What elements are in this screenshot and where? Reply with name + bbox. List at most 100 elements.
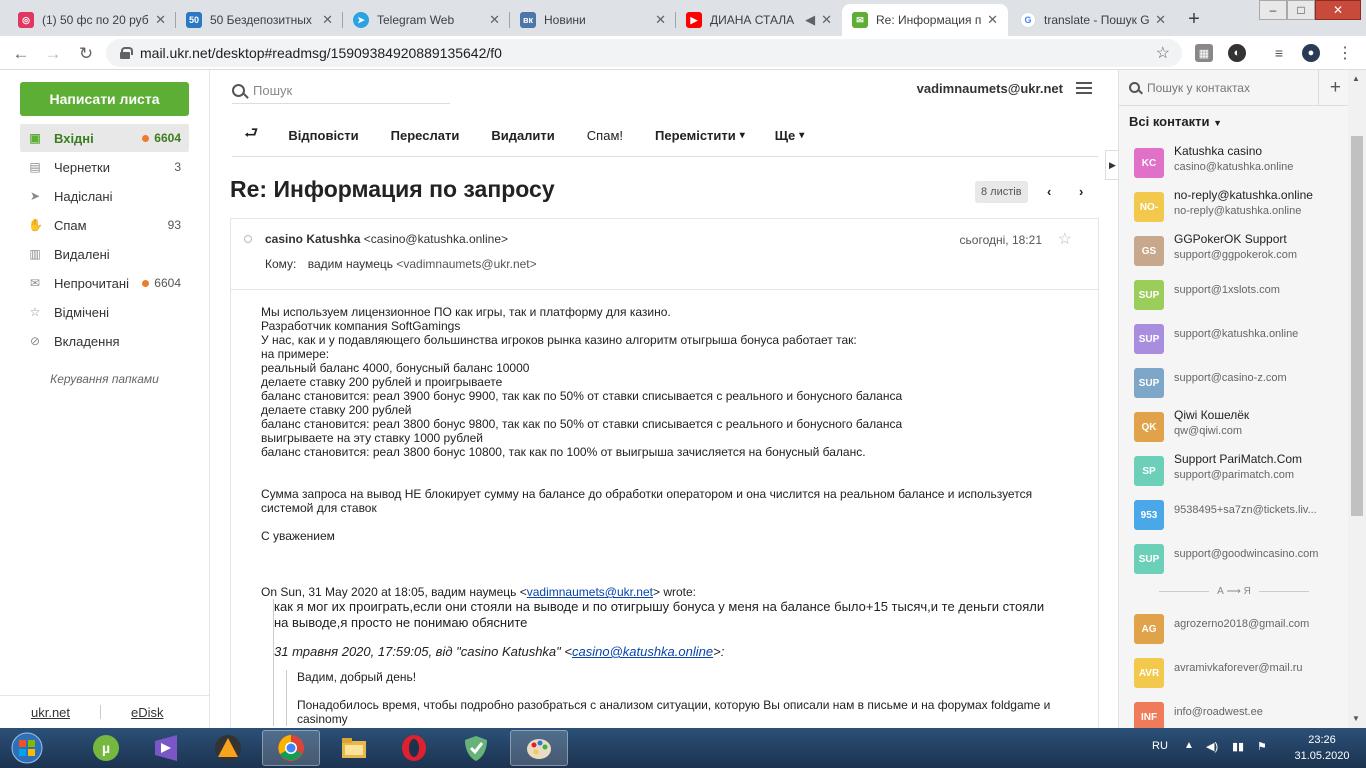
extension-icon[interactable]: ◐ xyxy=(1228,44,1246,62)
page-scrollbar[interactable]: ▲ ▼ xyxy=(1348,70,1366,728)
reload-icon[interactable]: ↻ xyxy=(75,43,97,65)
contact-item[interactable]: KC Katushka casino casino@katushka.onlin… xyxy=(1134,144,1344,182)
tab-title: Re: Информация п xyxy=(876,13,982,27)
bookmark-star-icon[interactable]: ☆ xyxy=(1156,43,1170,63)
prev-message-icon[interactable]: ‹ xyxy=(1047,184,1051,199)
back-arrow-icon[interactable]: ← xyxy=(10,43,32,65)
system-clock[interactable]: 23:26 31.05.2020 xyxy=(1284,732,1360,764)
show-hidden-icons-icon[interactable]: ▲ xyxy=(1184,740,1194,751)
lock-icon xyxy=(120,47,133,59)
language-indicator[interactable]: RU xyxy=(1152,740,1168,752)
email-link[interactable]: vadimnaumets@ukr.net xyxy=(527,585,653,599)
manage-folders-link[interactable]: Керування папками xyxy=(20,372,189,386)
spam-button[interactable]: Спам! xyxy=(587,128,623,143)
contact-item[interactable]: SUP support@1xslots.com xyxy=(1134,276,1344,314)
all-contacts-dropdown[interactable]: Всі контакти ▼ xyxy=(1129,114,1222,129)
delete-button[interactable]: Видалити xyxy=(491,128,554,143)
chrome-icon[interactable] xyxy=(262,730,320,766)
sent-icon: ➤ xyxy=(29,189,41,203)
contact-item[interactable]: INF info@roadwest.ee xyxy=(1134,698,1344,728)
file-explorer-icon[interactable] xyxy=(326,730,382,766)
tab-close-icon[interactable]: ✕ xyxy=(322,12,333,28)
network-icon[interactable]: ▮▮ xyxy=(1232,740,1244,753)
folder-drafts[interactable]: ▤ Чернетки 3 xyxy=(20,153,189,181)
contact-item[interactable]: SUP support@katushka.online xyxy=(1134,320,1344,358)
notification-flag-icon[interactable]: ⚑ xyxy=(1257,740,1267,753)
profile-avatar[interactable]: ● xyxy=(1302,44,1320,62)
next-message-icon[interactable]: › xyxy=(1079,184,1083,199)
adguard-icon[interactable] xyxy=(448,730,504,766)
read-status-icon[interactable] xyxy=(244,235,252,243)
browser-tab-active[interactable]: ✉ Re: Информация п ✕ xyxy=(842,4,1008,36)
folder-inbox[interactable]: ▣ Вхідні 6604 xyxy=(20,124,189,152)
minimize-button[interactable]: – xyxy=(1259,0,1287,20)
contact-item[interactable]: NO- no-reply@katushka.online no-reply@ka… xyxy=(1134,188,1344,226)
browser-tab[interactable]: 50 50 Бездепозитных ✕ xyxy=(176,4,343,36)
maximize-button[interactable]: □ xyxy=(1287,0,1315,20)
start-button[interactable] xyxy=(2,730,52,766)
browser-tab[interactable]: вк Новини ✕ xyxy=(510,4,676,36)
contact-item[interactable]: SUP support@casino-z.com xyxy=(1134,364,1344,402)
folder-attachments[interactable]: ⊘ Вкладення xyxy=(20,327,189,355)
contact-item[interactable]: SUP support@goodwincasino.com xyxy=(1134,540,1344,578)
browser-tab[interactable]: ▶ ДИАНА СТАЛА ◀ ✕ xyxy=(676,4,842,36)
address-bar[interactable]: mail.ukr.net/desktop#readmsg/15909384920… xyxy=(106,39,1182,67)
scrollbar-thumb[interactable] xyxy=(1351,136,1363,516)
avast-icon[interactable] xyxy=(200,730,256,766)
tab-close-icon[interactable]: ✕ xyxy=(655,12,666,28)
tab-close-icon[interactable]: ✕ xyxy=(821,12,832,28)
email-link[interactable]: casino@katushka.online xyxy=(572,644,713,659)
contact-item[interactable]: AG agrozerno2018@gmail.com xyxy=(1134,610,1344,648)
contact-item[interactable]: QK Qiwi Кошелёк qw@qiwi.com xyxy=(1134,408,1344,446)
star-icon[interactable]: ☆ xyxy=(1058,229,1072,249)
unread-icon: ✉ xyxy=(29,276,41,290)
paint-icon[interactable] xyxy=(510,730,568,766)
contact-item[interactable]: SP Support PariMatch.Com support@parimat… xyxy=(1134,452,1344,490)
forward-button[interactable]: Переслати xyxy=(391,128,460,143)
folder-label: Вхідні xyxy=(54,130,94,146)
media-control-icon[interactable]: ≡ xyxy=(1270,44,1288,62)
tab-close-icon[interactable]: ✕ xyxy=(987,12,998,28)
hamburger-menu-icon[interactable] xyxy=(1076,82,1092,94)
mail-search-input[interactable]: Пошук xyxy=(232,78,450,104)
contact-item[interactable]: GS GGPokerOK Support support@ggpokerok.c… xyxy=(1134,232,1344,270)
folder-spam[interactable]: ✋ Спам 93 xyxy=(20,211,189,239)
move-button[interactable]: Перемістити xyxy=(655,128,736,143)
contact-item[interactable]: AVR avramivkaforever@mail.ru xyxy=(1134,654,1344,692)
tab-close-icon[interactable]: ✕ xyxy=(489,12,500,28)
browser-tab[interactable]: ➤ Telegram Web ✕ xyxy=(343,4,510,36)
folder-starred[interactable]: ☆ Відмічені xyxy=(20,298,189,326)
scroll-up-icon[interactable]: ▲ xyxy=(1352,74,1360,83)
recipient-name[interactable]: вадим наумець xyxy=(308,257,393,271)
contact-item[interactable]: 953 9538495+sa7zn@tickets.liv... xyxy=(1134,496,1344,534)
menu-kebab-icon[interactable]: ⋮ xyxy=(1336,44,1354,62)
sender[interactable]: casino Katushka <casino@katushka.online> xyxy=(265,232,508,246)
reply-button[interactable]: Відповісти xyxy=(288,128,358,143)
scroll-down-icon[interactable]: ▼ xyxy=(1352,714,1360,723)
new-tab-button[interactable]: + xyxy=(1181,6,1207,32)
extension-icon[interactable]: ▦ xyxy=(1195,44,1213,62)
close-window-button[interactable]: ✕ xyxy=(1315,0,1361,20)
forward-arrow-icon[interactable]: → xyxy=(42,43,64,65)
tab-close-icon[interactable]: ✕ xyxy=(155,12,166,28)
add-contact-icon[interactable]: + xyxy=(1330,77,1341,99)
user-email[interactable]: vadimnaumets@ukr.net xyxy=(917,81,1063,96)
compose-button[interactable]: Написати листа xyxy=(20,82,189,116)
collapse-contacts-arrow-icon[interactable]: ▶ xyxy=(1105,150,1119,180)
contacts-search-input[interactable]: Пошук у контактах + xyxy=(1119,70,1348,106)
back-to-list-icon[interactable]: ⮐ xyxy=(244,122,258,149)
utorrent-icon[interactable]: µ xyxy=(78,730,134,766)
browser-tab[interactable]: ◎ (1) 50 фс по 20 руб ✕ xyxy=(8,4,176,36)
opera-icon[interactable] xyxy=(386,730,442,766)
visual-studio-icon[interactable] xyxy=(138,730,194,766)
volume-icon[interactable]: ◀) xyxy=(1206,740,1218,753)
more-button[interactable]: Ще xyxy=(775,128,795,143)
ukrnet-link[interactable]: ukr.net xyxy=(31,705,70,720)
edisk-link[interactable]: eDisk xyxy=(131,705,164,720)
folder-sent[interactable]: ➤ Надіслані xyxy=(20,182,189,210)
browser-tab[interactable]: G translate - Пошук G ✕ xyxy=(1010,4,1176,36)
folder-trash[interactable]: ▥ Видалені xyxy=(20,240,189,268)
folder-count: 6604 xyxy=(154,131,181,145)
folder-unread[interactable]: ✉ Непрочитані 6604 xyxy=(20,269,189,297)
tab-close-icon[interactable]: ✕ xyxy=(1155,12,1166,28)
